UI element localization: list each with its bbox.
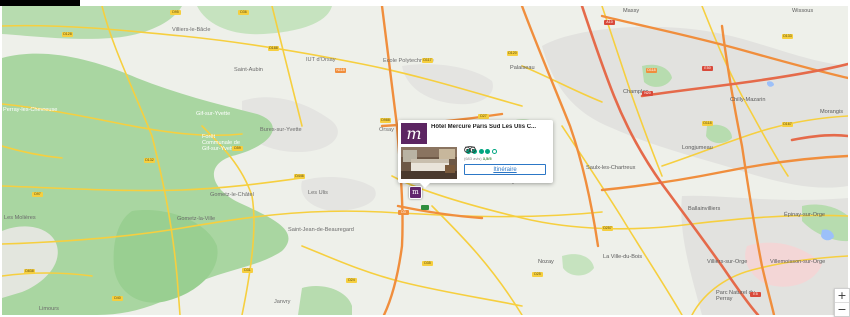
- road-number: D988: [380, 118, 391, 123]
- place-label: Morangis: [820, 109, 844, 115]
- road-number: D27: [478, 114, 489, 119]
- itinerary-button[interactable]: Itinéraire: [464, 164, 546, 175]
- hotel-photo[interactable]: [401, 147, 457, 179]
- rating-bubble-filled: [478, 149, 484, 154]
- road-number: D257: [602, 226, 613, 231]
- road-number: D120: [507, 51, 518, 56]
- road-number: D97: [32, 192, 43, 197]
- road-number: D25: [532, 272, 543, 277]
- road-number: D128: [62, 32, 73, 37]
- road-number: D446: [294, 174, 305, 179]
- road-number: D95: [170, 10, 181, 15]
- place-label: Les Ulis: [308, 190, 328, 196]
- place-label: Longjumeau: [682, 145, 713, 151]
- road-number: E5: [750, 292, 761, 297]
- road-number: D31: [242, 268, 253, 273]
- road-number: D117: [422, 58, 433, 63]
- place-label: Palaiseau: [510, 65, 535, 71]
- place-label: Villemoisson-sur-Orge: [770, 259, 826, 265]
- rating-bubble-filled: [485, 149, 490, 154]
- place-label: Ballainvilliers: [688, 206, 721, 212]
- place-label: Bures-sur-Yvette: [260, 127, 302, 133]
- place-label: Saint-Aubin: [234, 67, 263, 73]
- place-label: Saulx-les-Chartreux: [586, 165, 636, 171]
- place-label: Villiers-le-Bâcle: [172, 27, 211, 33]
- hotel-name[interactable]: Hôtel Mercure Paris Sud Les Ulis C...: [431, 124, 549, 130]
- road-number: D40: [112, 296, 123, 301]
- place-label: Gometz-le-Châtel: [210, 192, 254, 198]
- place-label: Gif-sur-Yvette: [196, 111, 231, 117]
- road-number: N20: [642, 91, 653, 96]
- place-label: Orsay: [379, 127, 394, 133]
- place-label: Saint-Jean-de-Beauregard: [288, 227, 354, 233]
- place-label: La Ville-du-Bois: [603, 254, 643, 260]
- place-label: Nozay: [538, 259, 554, 265]
- road-number: D118: [646, 68, 657, 73]
- road-shield: [421, 205, 429, 210]
- road-number: D118: [702, 121, 713, 126]
- road-number: D838: [24, 269, 35, 274]
- hotel-info-card: m Hôtel Mercure Paris Sud Les Ulis C...: [398, 120, 553, 188]
- road-number: N118: [335, 68, 346, 73]
- review-summary: (683 avis) 3,5/5: [464, 156, 492, 161]
- place-label: Villiers-sur-Orge: [707, 259, 748, 265]
- map-canvas[interactable]: Villiers-le-Bâcle Saint-Aubin IUT d'Orsa…: [2, 6, 848, 315]
- place-label: Perray-les-Chevreuse: [3, 107, 58, 113]
- road-number: D133: [782, 34, 793, 39]
- road-number: D132: [144, 158, 155, 163]
- place-label: Massy: [623, 8, 640, 14]
- place-label: Gometz-la-Ville: [177, 216, 216, 222]
- hotel-room-image: [401, 147, 457, 179]
- rating-bubble-empty: [491, 149, 497, 154]
- place-label: Les Molières: [4, 215, 36, 221]
- place-label: Wissous: [792, 8, 814, 14]
- zoom-control: + −: [834, 288, 850, 317]
- road-number: A10: [604, 20, 615, 25]
- place-label: IUT d'Orsay: [306, 57, 336, 63]
- road-number: D167: [782, 122, 793, 127]
- place-label: Limours: [39, 306, 59, 312]
- road-number: D59: [232, 146, 243, 151]
- road-number: D36: [238, 10, 249, 15]
- review-count: (683 avis): [464, 156, 482, 161]
- road-number: E50: [702, 66, 713, 71]
- place-label: Janvry: [274, 299, 291, 305]
- mercure-logo: m: [401, 123, 427, 144]
- zoom-in-button[interactable]: +: [835, 289, 849, 302]
- road-number: D35: [422, 261, 433, 266]
- tripadvisor-owl-icon: [464, 146, 476, 153]
- road-number: D24: [346, 278, 357, 283]
- place-label: Épinay-sur-Orge: [784, 212, 826, 218]
- place-label: Chilly-Mazarin: [730, 97, 766, 103]
- road-number: D3: [398, 210, 409, 215]
- zoom-out-button[interactable]: −: [835, 303, 849, 316]
- road-number: D188: [268, 46, 279, 51]
- tripadvisor-rating: [464, 146, 497, 154]
- review-score: 3,5/5: [482, 156, 492, 161]
- map-frame: Villiers-le-Bâcle Saint-Aubin IUT d'Orsa…: [0, 0, 850, 317]
